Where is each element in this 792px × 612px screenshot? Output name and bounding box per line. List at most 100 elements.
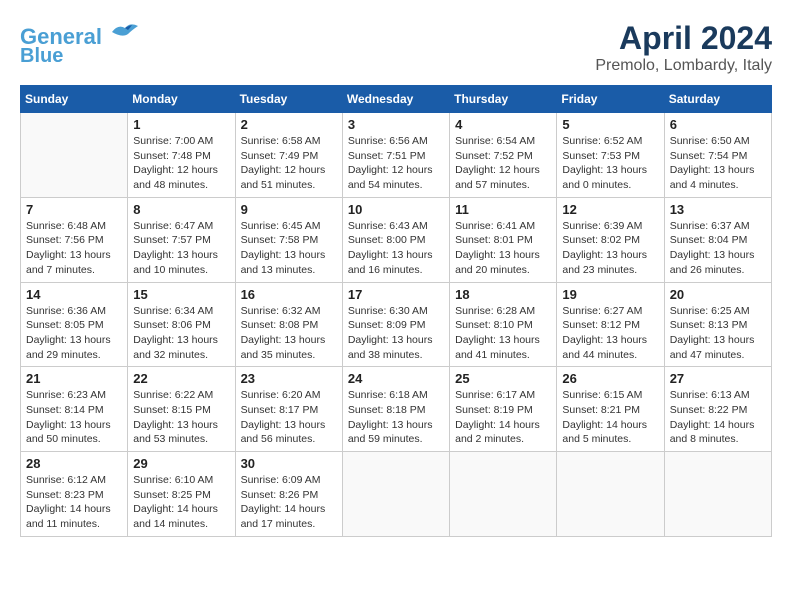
day-info: Sunrise: 6:54 AM Sunset: 7:52 PM Dayligh… [455,134,551,193]
title-area: April 2024 Premolo, Lombardy, Italy [595,20,772,75]
calendar-cell: 27 Sunrise: 6:13 AM Sunset: 8:22 PM Dayli… [664,367,771,452]
calendar-cell: 19 Sunrise: 6:27 AM Sunset: 8:12 PM Dayli… [557,282,664,367]
day-info: Sunrise: 6:27 AM Sunset: 8:12 PM Dayligh… [562,304,658,363]
calendar-cell: 13 Sunrise: 6:37 AM Sunset: 8:04 PM Dayli… [664,197,771,282]
day-info: Sunrise: 6:18 AM Sunset: 8:18 PM Dayligh… [348,388,444,447]
weekday-header: Thursday [450,86,557,113]
day-number: 3 [348,117,444,132]
calendar-cell: 20 Sunrise: 6:25 AM Sunset: 8:13 PM Dayli… [664,282,771,367]
day-number: 29 [133,456,229,471]
day-info: Sunrise: 6:30 AM Sunset: 8:09 PM Dayligh… [348,304,444,363]
day-info: Sunrise: 6:34 AM Sunset: 8:06 PM Dayligh… [133,304,229,363]
calendar-cell [450,452,557,537]
day-info: Sunrise: 6:41 AM Sunset: 8:01 PM Dayligh… [455,219,551,278]
day-number: 18 [455,287,551,302]
calendar-cell [342,452,449,537]
calendar-cell: 11 Sunrise: 6:41 AM Sunset: 8:01 PM Dayli… [450,197,557,282]
day-info: Sunrise: 6:52 AM Sunset: 7:53 PM Dayligh… [562,134,658,193]
logo-bird-icon [110,20,140,44]
calendar-cell: 21Sunrise: 6:23 AM Sunset: 8:14 PM Dayli… [21,367,128,452]
day-info: Sunrise: 6:17 AM Sunset: 8:19 PM Dayligh… [455,388,551,447]
calendar-cell: 22 Sunrise: 6:22 AM Sunset: 8:15 PM Dayli… [128,367,235,452]
calendar-cell: 5 Sunrise: 6:52 AM Sunset: 7:53 PM Daylig… [557,113,664,198]
calendar-week-row: 21Sunrise: 6:23 AM Sunset: 8:14 PM Dayli… [21,367,772,452]
calendar-cell: 12Sunrise: 6:39 AM Sunset: 8:02 PM Dayli… [557,197,664,282]
day-number: 7 [26,202,122,217]
day-info: Sunrise: 6:37 AM Sunset: 8:04 PM Dayligh… [670,219,766,278]
day-info: Sunrise: 6:20 AM Sunset: 8:17 PM Dayligh… [241,388,337,447]
calendar-cell [21,113,128,198]
calendar-cell: 10Sunrise: 6:43 AM Sunset: 8:00 PM Dayli… [342,197,449,282]
calendar-cell [557,452,664,537]
calendar-table: SundayMondayTuesdayWednesdayThursdayFrid… [20,85,772,537]
calendar-cell: 16Sunrise: 6:32 AM Sunset: 8:08 PM Dayli… [235,282,342,367]
day-info: Sunrise: 6:10 AM Sunset: 8:25 PM Dayligh… [133,473,229,532]
day-number: 10 [348,202,444,217]
day-number: 21 [26,371,122,386]
day-info: Sunrise: 6:09 AM Sunset: 8:26 PM Dayligh… [241,473,337,532]
day-info: Sunrise: 6:39 AM Sunset: 8:02 PM Dayligh… [562,219,658,278]
calendar-cell: 25Sunrise: 6:17 AM Sunset: 8:19 PM Dayli… [450,367,557,452]
day-number: 26 [562,371,658,386]
calendar-cell: 15 Sunrise: 6:34 AM Sunset: 8:06 PM Dayli… [128,282,235,367]
day-number: 9 [241,202,337,217]
calendar-week-row: 28 Sunrise: 6:12 AM Sunset: 8:23 PM Dayli… [21,452,772,537]
calendar-cell [664,452,771,537]
day-info: Sunrise: 6:45 AM Sunset: 7:58 PM Dayligh… [241,219,337,278]
day-info: Sunrise: 6:50 AM Sunset: 7:54 PM Dayligh… [670,134,766,193]
calendar-cell: 29 Sunrise: 6:10 AM Sunset: 8:25 PM Dayli… [128,452,235,537]
day-number: 13 [670,202,766,217]
location-title: Premolo, Lombardy, Italy [595,57,772,75]
day-number: 8 [133,202,229,217]
calendar-cell: 9 Sunrise: 6:45 AM Sunset: 7:58 PM Daylig… [235,197,342,282]
day-info: Sunrise: 6:32 AM Sunset: 8:08 PM Dayligh… [241,304,337,363]
day-number: 14 [26,287,122,302]
weekday-header: Tuesday [235,86,342,113]
day-info: Sunrise: 6:12 AM Sunset: 8:23 PM Dayligh… [26,473,122,532]
day-info: Sunrise: 6:15 AM Sunset: 8:21 PM Dayligh… [562,388,658,447]
day-number: 20 [670,287,766,302]
calendar-cell: 1 Sunrise: 7:00 AM Sunset: 7:48 PM Daylig… [128,113,235,198]
day-number: 11 [455,202,551,217]
calendar-cell: 30Sunrise: 6:09 AM Sunset: 8:26 PM Dayli… [235,452,342,537]
calendar-cell: 23 Sunrise: 6:20 AM Sunset: 8:17 PM Dayli… [235,367,342,452]
day-number: 28 [26,456,122,471]
calendar-week-row: 1 Sunrise: 7:00 AM Sunset: 7:48 PM Daylig… [21,113,772,198]
calendar-cell: 18 Sunrise: 6:28 AM Sunset: 8:10 PM Dayli… [450,282,557,367]
day-info: Sunrise: 6:22 AM Sunset: 8:15 PM Dayligh… [133,388,229,447]
day-number: 1 [133,117,229,132]
day-info: Sunrise: 6:56 AM Sunset: 7:51 PM Dayligh… [348,134,444,193]
day-info: Sunrise: 7:00 AM Sunset: 7:48 PM Dayligh… [133,134,229,193]
calendar-cell: 8 Sunrise: 6:47 AM Sunset: 7:57 PM Daylig… [128,197,235,282]
day-number: 2 [241,117,337,132]
calendar-cell: 24Sunrise: 6:18 AM Sunset: 8:18 PM Dayli… [342,367,449,452]
calendar-week-row: 7Sunrise: 6:48 AM Sunset: 7:56 PM Daylig… [21,197,772,282]
weekday-header: Monday [128,86,235,113]
calendar-cell: 7Sunrise: 6:48 AM Sunset: 7:56 PM Daylig… [21,197,128,282]
day-info: Sunrise: 6:58 AM Sunset: 7:49 PM Dayligh… [241,134,337,193]
weekday-header: Friday [557,86,664,113]
day-info: Sunrise: 6:25 AM Sunset: 8:13 PM Dayligh… [670,304,766,363]
day-info: Sunrise: 6:13 AM Sunset: 8:22 PM Dayligh… [670,388,766,447]
day-number: 23 [241,371,337,386]
calendar-cell: 14 Sunrise: 6:36 AM Sunset: 8:05 PM Dayli… [21,282,128,367]
month-title: April 2024 [595,20,772,57]
calendar-week-row: 14 Sunrise: 6:36 AM Sunset: 8:05 PM Dayli… [21,282,772,367]
day-number: 19 [562,287,658,302]
day-info: Sunrise: 6:28 AM Sunset: 8:10 PM Dayligh… [455,304,551,363]
calendar-cell: 6Sunrise: 6:50 AM Sunset: 7:54 PM Daylig… [664,113,771,198]
calendar-cell: 3 Sunrise: 6:56 AM Sunset: 7:51 PM Daylig… [342,113,449,198]
day-info: Sunrise: 6:47 AM Sunset: 7:57 PM Dayligh… [133,219,229,278]
calendar-cell: 17Sunrise: 6:30 AM Sunset: 8:09 PM Dayli… [342,282,449,367]
day-info: Sunrise: 6:36 AM Sunset: 8:05 PM Dayligh… [26,304,122,363]
calendar-cell: 4 Sunrise: 6:54 AM Sunset: 7:52 PM Daylig… [450,113,557,198]
weekday-header-row: SundayMondayTuesdayWednesdayThursdayFrid… [21,86,772,113]
day-number: 15 [133,287,229,302]
calendar-cell: 28 Sunrise: 6:12 AM Sunset: 8:23 PM Dayli… [21,452,128,537]
header: General Blue April 2024 Premolo, Lombard… [20,20,772,75]
day-number: 27 [670,371,766,386]
weekday-header: Saturday [664,86,771,113]
day-number: 5 [562,117,658,132]
day-number: 22 [133,371,229,386]
day-number: 4 [455,117,551,132]
